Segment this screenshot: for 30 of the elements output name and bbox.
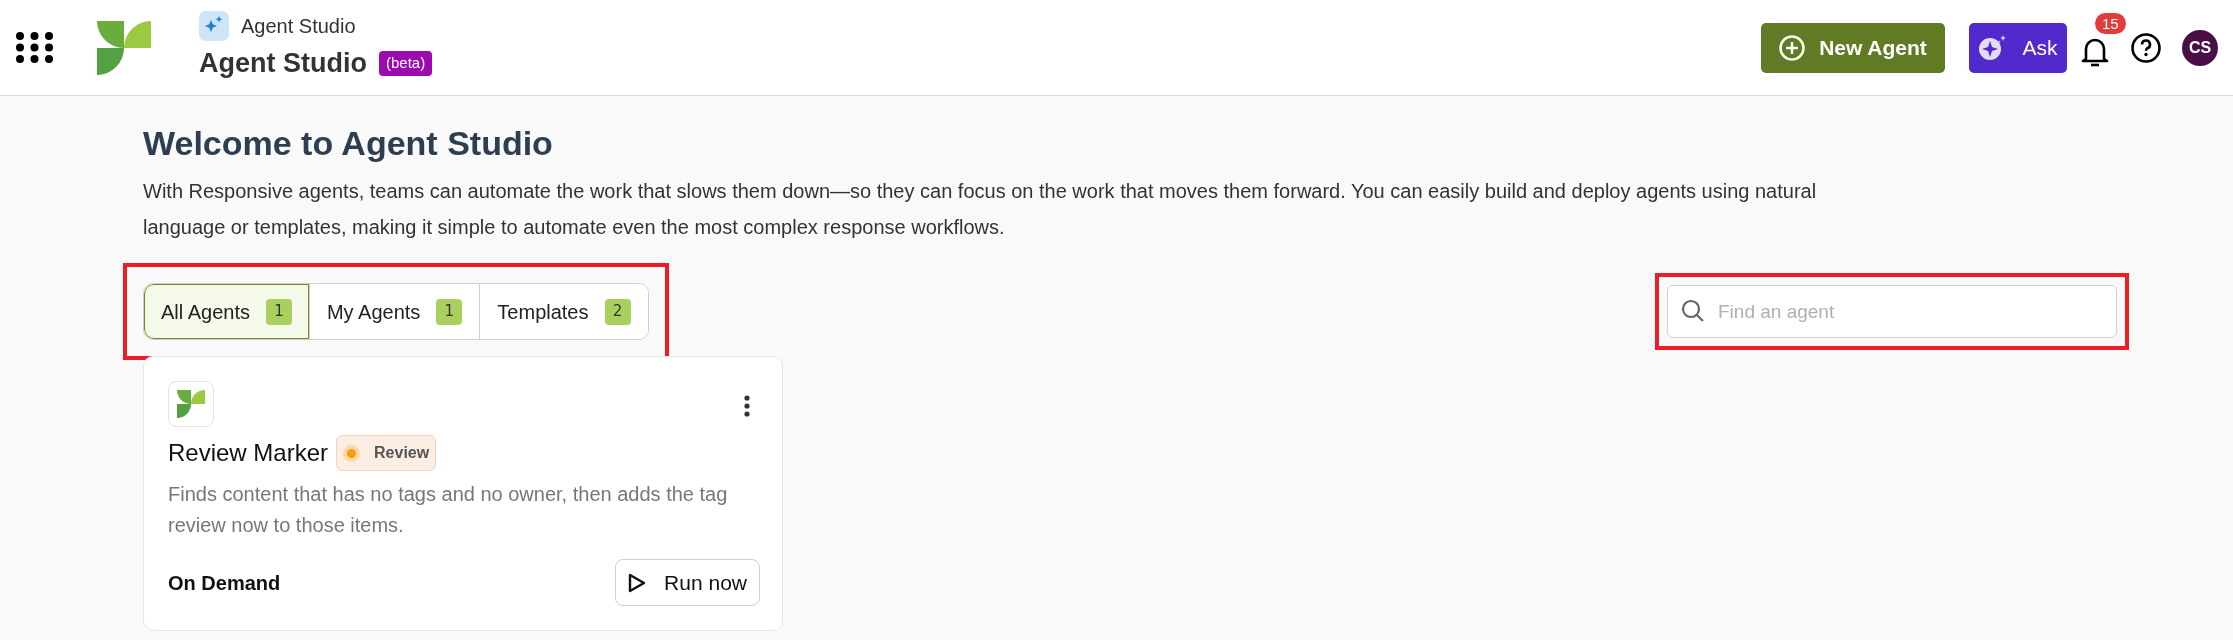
count-badge: 1 [265, 298, 292, 325]
page-description: With Responsive agents, teams can automate the work that slows them down—so they can focus on the work that moves them forward. You can easily build and deploy agents using natural language or templates, making it simple to automate even the most complex response workflows. [143, 179, 1818, 240]
plus-circle-icon [1779, 34, 1806, 61]
tab[interactable]: All Agents 1 [144, 284, 309, 339]
status-badge: Review [336, 435, 437, 471]
logo-icon [97, 20, 151, 75]
help-icon[interactable] [2131, 32, 2161, 63]
agent-logo-icon [168, 381, 214, 427]
search-field[interactable]: Find an agent [1667, 285, 2117, 338]
agent-name: Review Marker [168, 438, 329, 468]
app-grid-icon[interactable] [16, 32, 53, 63]
trigger-label: On Demand [168, 570, 281, 596]
run-now-button[interactable]: Run now [615, 559, 760, 606]
page-heading: Welcome to Agent Studio [143, 123, 554, 164]
sparkle-icon [199, 11, 229, 42]
play-icon [628, 572, 647, 593]
count-badge: 2 [604, 298, 631, 325]
beta-badge: (beta) [379, 51, 433, 76]
more-options-icon[interactable] [744, 395, 750, 417]
count-badge: 1 [436, 298, 463, 325]
new-agent-button[interactable]: New Agent [1761, 22, 1945, 73]
notification-badge: 15 [2095, 12, 2126, 34]
product-caption: Agent Studio [241, 14, 356, 40]
ask-button[interactable]: Ask [1969, 22, 2067, 73]
tab[interactable]: Templates 2 [479, 284, 648, 339]
user-avatar[interactable]: CS [2182, 29, 2218, 66]
app-title: Agent Studio [199, 47, 367, 81]
agent-description: Finds content that has no tags and no owner, then adds the tag review now to those items. [168, 482, 729, 538]
agent-card[interactable]: Review Marker Review Finds content that has no tags and no owner, then adds the tag review now to those items. On Demand Run now [143, 356, 783, 631]
search-icon [1681, 299, 1705, 323]
